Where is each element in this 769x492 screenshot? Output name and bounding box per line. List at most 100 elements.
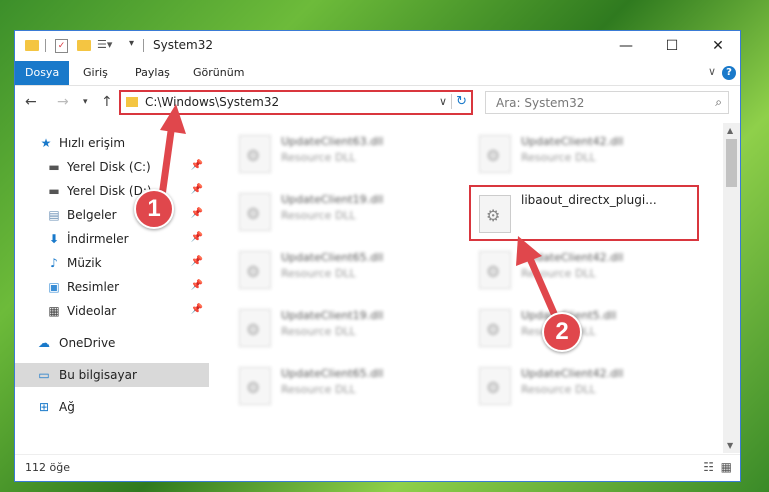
- file-type: Resource DLL: [281, 383, 356, 396]
- address-path: C:\Windows\System32: [145, 95, 280, 109]
- close-button[interactable]: ✕: [695, 31, 741, 61]
- search-placeholder: Ara: System32: [496, 96, 585, 110]
- pin-icon[interactable]: 📌: [191, 256, 203, 267]
- nav-item-downloads[interactable]: ⬇ İndirmeler 📌: [15, 227, 209, 251]
- customize-qa-icon[interactable]: ☰▾: [97, 38, 112, 51]
- file-name: UpdateClient19.dll: [281, 193, 384, 206]
- documents-icon: ▤: [48, 208, 60, 222]
- file-name: UpdateClient63.dll: [281, 135, 384, 148]
- tab-share[interactable]: Paylaş: [125, 61, 180, 85]
- nav-item-this-pc[interactable]: ▭ Bu bilgisayar: [15, 363, 209, 387]
- tab-view[interactable]: Görünüm: [183, 61, 254, 85]
- search-icon[interactable]: ⌕: [715, 95, 722, 110]
- new-folder-icon[interactable]: [77, 40, 91, 51]
- help-icon[interactable]: ?: [722, 66, 736, 80]
- dll-file-icon: ⚙: [239, 367, 271, 405]
- file-name: UpdateClient42.dll: [521, 135, 624, 148]
- nav-item-videos[interactable]: ▦ Videolar 📌: [15, 299, 209, 323]
- nav-item-onedrive[interactable]: ☁ OneDrive: [15, 331, 209, 355]
- minimize-button[interactable]: —: [603, 31, 649, 61]
- nav-item-quick-access[interactable]: ★ Hızlı erişim: [15, 131, 209, 155]
- file-item[interactable]: ⚙ UpdateClient42.dll Resource DLL: [471, 129, 701, 175]
- file-type: Resource DLL: [281, 325, 356, 338]
- ribbon-tabs: Dosya Giriş Paylaş Görünüm ∨ ?: [15, 61, 740, 86]
- pin-icon[interactable]: 📌: [191, 304, 203, 315]
- dll-file-icon: ⚙: [239, 251, 271, 289]
- pin-icon[interactable]: 📌: [191, 280, 203, 291]
- file-item[interactable]: ⚙ UpdateClient5.dll Resource DLL: [471, 303, 701, 349]
- file-name: UpdateClient19.dll: [281, 309, 384, 322]
- file-item[interactable]: ⚙ UpdateClient65.dll Resource DLL: [231, 245, 461, 291]
- scroll-up-icon[interactable]: ▲: [727, 126, 733, 135]
- dll-file-icon: ⚙: [479, 309, 511, 347]
- file-item[interactable]: ⚙ UpdateClient42.dll Resource DLL: [471, 361, 701, 407]
- nav-label: İndirmeler: [67, 232, 129, 246]
- title-bar: ✓ ☰▾ ▾ System32 — ☐ ✕: [15, 31, 740, 61]
- expand-ribbon-icon[interactable]: ∨: [708, 65, 716, 78]
- folder-icon: [25, 40, 39, 51]
- file-name: UpdateClient65.dll: [281, 367, 384, 380]
- drive-icon: ▬: [48, 160, 60, 174]
- nav-label: Ağ: [59, 400, 75, 414]
- file-item[interactable]: ⚙ UpdateClient63.dll Resource DLL: [231, 129, 461, 175]
- file-type: Resource DLL: [521, 151, 596, 164]
- dll-file-icon: ⚙: [479, 367, 511, 405]
- file-name: UpdateClient42.dll: [521, 251, 624, 264]
- file-item[interactable]: ⚙ UpdateClient19.dll Resource DLL: [231, 303, 461, 349]
- address-dropdown-icon[interactable]: ∨: [439, 95, 447, 108]
- file-type: Resource DLL: [281, 267, 356, 280]
- dll-file-icon: ⚙: [479, 251, 511, 289]
- file-item[interactable]: ⚙ UpdateClient42.dll Resource DLL: [471, 245, 701, 291]
- file-type: Resource DLL: [281, 151, 356, 164]
- cloud-icon: ☁: [38, 336, 50, 350]
- dll-file-icon: ⚙: [239, 193, 271, 231]
- file-name: UpdateClient42.dll: [521, 367, 624, 380]
- navigation-pane: ★ Hızlı erişim ▬ Yerel Disk (C:) 📌 ▬ Yer…: [15, 123, 209, 449]
- large-icons-view-icon[interactable]: ▦: [721, 460, 732, 474]
- nav-item-disk-c[interactable]: ▬ Yerel Disk (C:) 📌: [15, 155, 209, 179]
- nav-item-pictures[interactable]: ▣ Resimler 📌: [15, 275, 209, 299]
- music-icon: ♪: [50, 256, 58, 270]
- search-input[interactable]: Ara: System32 ⌕: [485, 91, 729, 114]
- nav-label: OneDrive: [59, 336, 116, 350]
- item-count: 112 öğe: [25, 461, 70, 474]
- callout-badge-2: 2: [542, 312, 582, 352]
- pin-icon[interactable]: 📌: [191, 184, 203, 195]
- address-row: ← → ▾ ↑ C:\Windows\System32 ∨ ↻ Ara: Sys…: [15, 86, 740, 120]
- recent-dropdown-icon[interactable]: ▾: [83, 97, 88, 107]
- nav-item-disk-d[interactable]: ▬ Yerel Disk (D:) 📌: [15, 179, 209, 203]
- pin-icon[interactable]: 📌: [191, 232, 203, 243]
- callout-badge-1: 1: [134, 189, 174, 229]
- details-view-icon[interactable]: ☷: [703, 460, 714, 474]
- tab-home[interactable]: Giriş: [73, 61, 118, 85]
- file-list: ⚙ UpdateClient63.dll Resource DLL ⚙ Upda…: [211, 123, 721, 449]
- file-item[interactable]: ⚙ UpdateClient19.dll Resource DLL: [231, 187, 461, 233]
- address-bar[interactable]: C:\Windows\System32 ∨ ↻: [119, 90, 473, 115]
- pin-icon[interactable]: 📌: [191, 208, 203, 219]
- folder-icon: [126, 97, 138, 107]
- file-type: Resource DLL: [281, 209, 356, 222]
- nav-item-documents[interactable]: ▤ Belgeler 📌: [15, 203, 209, 227]
- forward-icon[interactable]: →: [57, 94, 69, 110]
- explorer-window: ✓ ☰▾ ▾ System32 — ☐ ✕ Dosya Giriş Paylaş…: [14, 30, 741, 482]
- maximize-button[interactable]: ☐: [649, 31, 695, 61]
- computer-icon: ▭: [38, 368, 50, 382]
- up-icon[interactable]: ↑: [101, 94, 113, 110]
- nav-label: Hızlı erişim: [59, 136, 126, 150]
- highlighted-file-item[interactable]: ⚙ libaout_directx_plugi...: [469, 185, 699, 241]
- scroll-thumb[interactable]: [726, 139, 737, 187]
- tab-file[interactable]: Dosya: [15, 61, 69, 85]
- refresh-icon[interactable]: ↻: [451, 94, 467, 109]
- pin-icon[interactable]: 📌: [191, 160, 203, 171]
- qa-dropdown-icon[interactable]: ▾: [129, 38, 134, 49]
- vertical-scrollbar[interactable]: ▲ ▼: [723, 123, 740, 453]
- properties-icon[interactable]: ✓: [55, 39, 68, 53]
- back-icon[interactable]: ←: [25, 94, 37, 110]
- file-item[interactable]: ⚙ UpdateClient65.dll Resource DLL: [231, 361, 461, 407]
- file-type: Resource DLL: [521, 383, 596, 396]
- file-name: UpdateClient65.dll: [281, 251, 384, 264]
- status-bar: 112 öğe ☷ ▦: [15, 454, 740, 481]
- nav-item-network[interactable]: ⊞ Ağ: [15, 395, 209, 419]
- nav-item-music[interactable]: ♪ Müzik 📌: [15, 251, 209, 275]
- scroll-down-icon[interactable]: ▼: [727, 441, 733, 450]
